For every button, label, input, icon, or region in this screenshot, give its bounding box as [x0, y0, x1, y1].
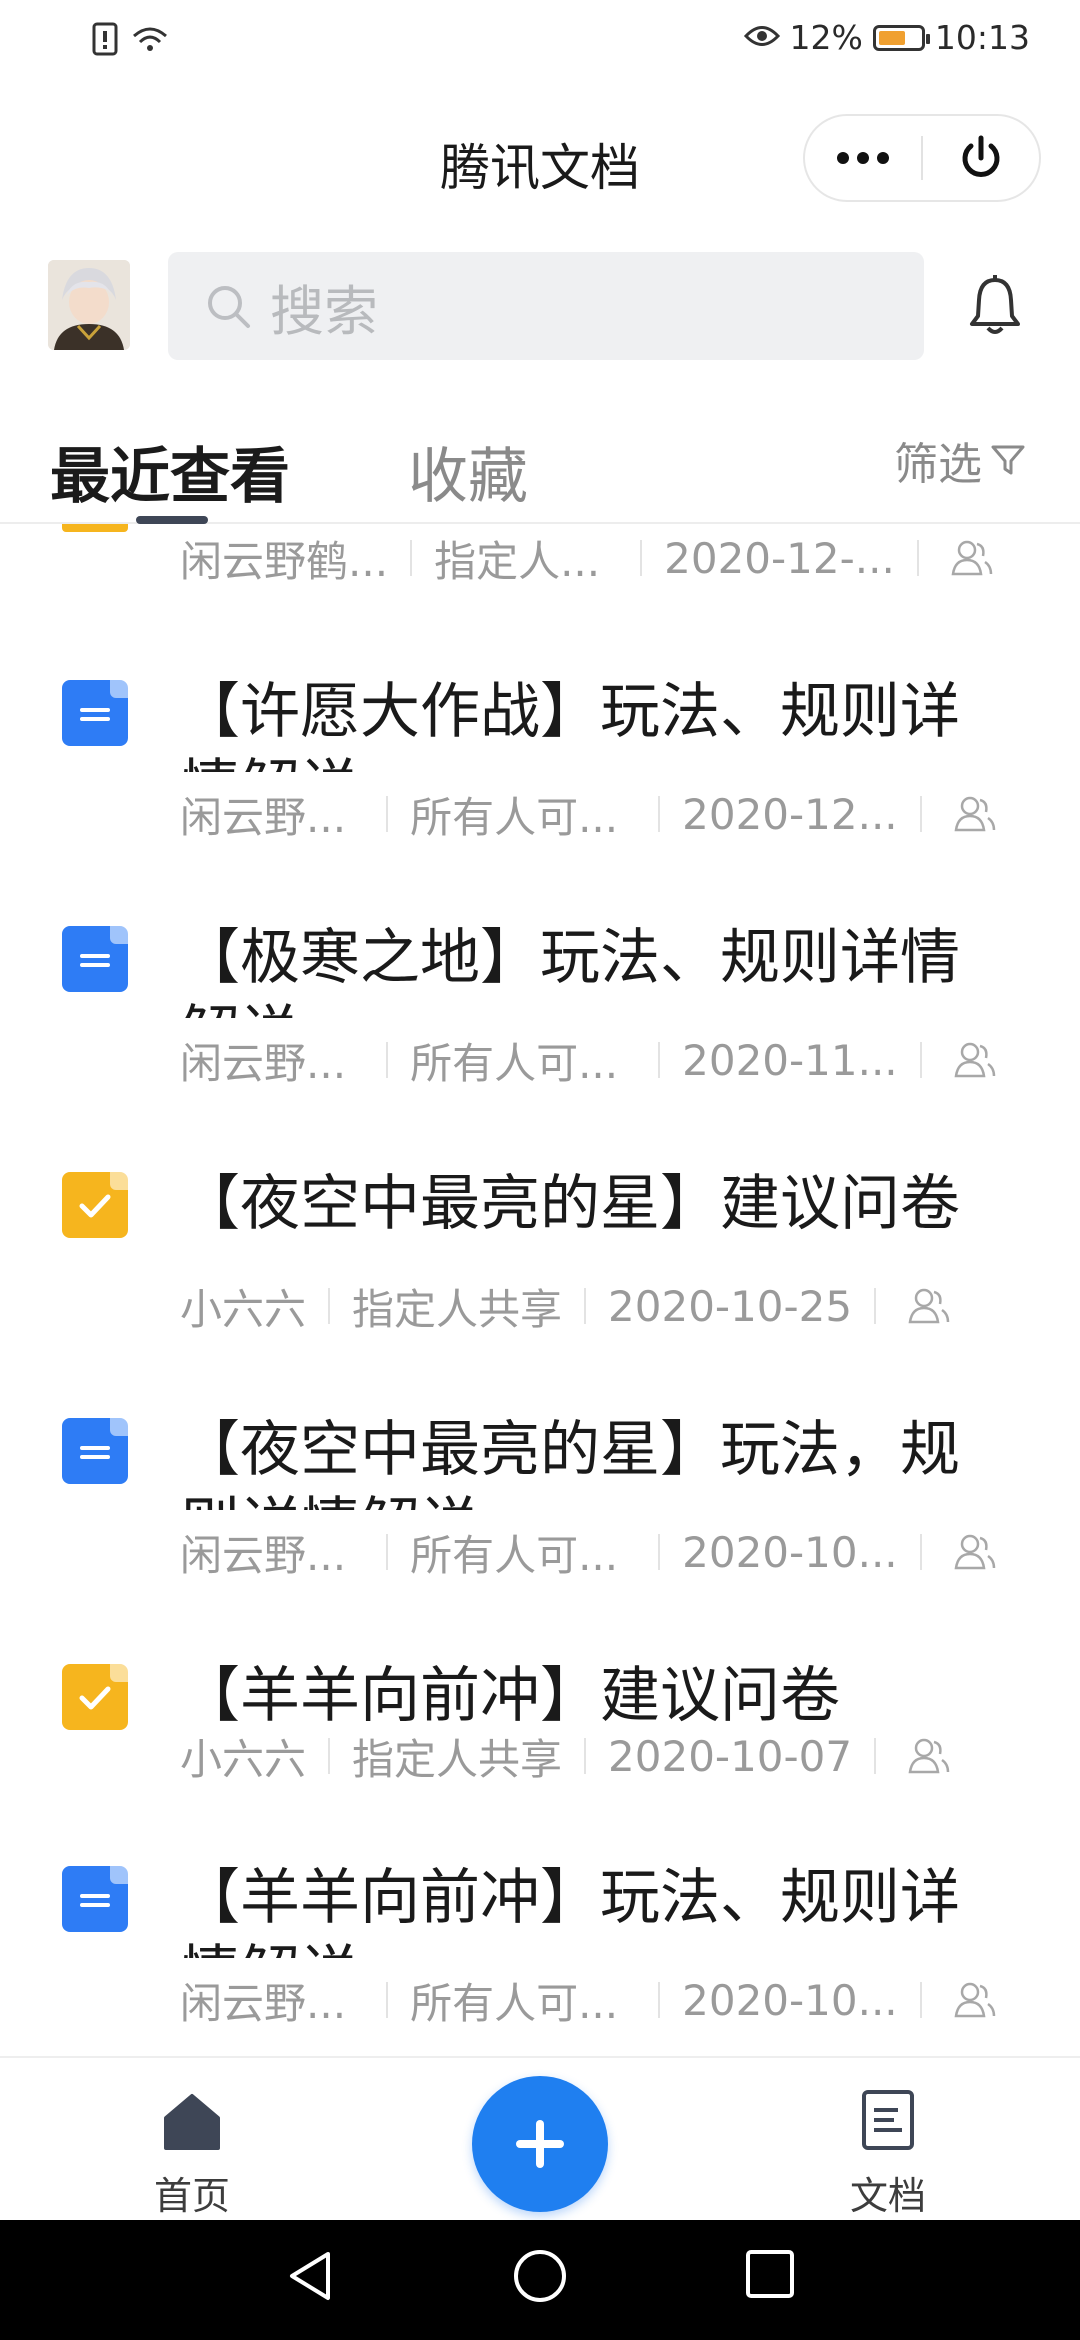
title-bar: 腾讯文档	[0, 100, 1080, 220]
doc-owner: 闲云野...	[180, 1530, 347, 1580]
sim-alert-icon	[92, 22, 118, 60]
doc-owner: 闲云野...	[180, 1038, 347, 1088]
power-icon	[962, 135, 1000, 177]
collaborators-icon	[954, 1982, 995, 2018]
doc-title: 【夜空中最亮的星】玩法，规则详情解说	[180, 1415, 960, 1510]
document-icon	[62, 1866, 128, 1932]
doc-meta: 闲云野鹤... 指定人... 2020-12-...	[180, 528, 993, 588]
doc-sharing: 所有人可...	[410, 1978, 619, 2028]
document-icon	[62, 926, 128, 992]
doc-meta: 闲云野... 所有人可... 2020-10...	[180, 1970, 996, 2030]
doc-sharing: 所有人可...	[410, 1038, 619, 1088]
close-program-button[interactable]	[923, 116, 1039, 200]
list-item[interactable]: 闲云野鹤... 指定人... 2020-12-...	[0, 524, 1080, 604]
doc-owner: 闲云野...	[180, 792, 347, 842]
collaborators-icon	[954, 1534, 995, 1570]
search-icon	[208, 286, 250, 328]
doc-meta: 闲云野... 所有人可... 2020-12...	[180, 784, 996, 844]
list-item[interactable]: 【夜空中最亮的星】玩法，规则详情解说 闲云野... 所有人可... 2020-1…	[0, 1382, 1080, 1602]
list-item[interactable]: 【夜空中最亮的星】建议问卷 小六六 指定人共享 2020-10-25	[0, 1136, 1080, 1356]
doc-meta: 闲云野... 所有人可... 2020-11...	[180, 1030, 996, 1090]
doc-sharing: 指定人...	[434, 536, 601, 586]
nav-home[interactable]: 首页	[112, 2088, 272, 2220]
doc-sharing: 所有人可...	[410, 1530, 619, 1580]
list-item[interactable]: 【极寒之地】玩法、规则详情解说 闲云野... 所有人可... 2020-11..…	[0, 890, 1080, 1110]
create-button[interactable]	[472, 2076, 608, 2212]
doc-date: 2020-10...	[682, 1527, 898, 1577]
doc-sharing: 指定人共享	[352, 1734, 563, 1784]
tab-favorites[interactable]: 收藏	[408, 428, 528, 515]
home-system-button[interactable]	[512, 2248, 568, 2308]
battery-icon	[872, 24, 930, 51]
recents-button[interactable]	[744, 2248, 796, 2304]
doc-title: 【许愿大作战】玩法、规则详情解说	[180, 677, 960, 772]
filter-button[interactable]: 筛选	[894, 428, 1026, 492]
wifi-icon	[130, 24, 170, 58]
document-icon	[62, 1418, 128, 1484]
doc-title: 【羊羊向前冲】建议问卷	[180, 1661, 840, 1731]
battery-percent: 12%	[789, 18, 863, 57]
nav-docs-label: 文档	[849, 2174, 926, 2218]
nav-home-label: 首页	[153, 2174, 230, 2218]
clock: 10:13	[934, 18, 1030, 57]
tab-recent[interactable]: 最近查看	[50, 428, 290, 515]
list-item[interactable]: 【羊羊向前冲】玩法、规则详情解说 闲云野... 所有人可... 2020-10.…	[0, 1830, 1080, 2050]
doc-owner: 闲云野鹤...	[180, 536, 389, 586]
collaborators-icon	[954, 796, 995, 832]
doc-meta: 小六六 指定人共享 2020-10-25	[180, 1276, 950, 1336]
home-icon	[164, 2094, 220, 2150]
doc-sharing: 指定人共享	[352, 1284, 563, 1334]
mini-program-capsule	[803, 114, 1041, 202]
nav-docs[interactable]: 文档	[808, 2088, 968, 2220]
doc-meta: 闲云野... 所有人可... 2020-10...	[180, 1522, 996, 1582]
eye-comfort-icon	[743, 18, 780, 57]
search-placeholder: 搜索	[270, 279, 378, 343]
doc-title: 【羊羊向前冲】玩法、规则详情解说	[180, 1863, 960, 1958]
recents-square-icon	[746, 2250, 794, 2298]
active-tab-indicator	[136, 516, 208, 524]
doc-date: 2020-11...	[682, 1035, 898, 1085]
doc-date: 2020-10...	[682, 1975, 898, 2025]
more-button[interactable]	[805, 116, 921, 200]
bell-icon	[970, 275, 1020, 334]
system-nav-bar	[0, 2220, 1080, 2340]
screen: 12% 10:13 腾讯文档 搜索 最近查看 收藏 筛选 闲云野鹤... 指定人…	[0, 0, 1080, 2340]
status-bar: 12% 10:13	[0, 0, 1080, 84]
notification-bell-button[interactable]	[968, 274, 1022, 340]
back-button[interactable]	[284, 2248, 334, 2308]
doc-meta: 小六六 指定人共享 2020-10-07	[180, 1726, 950, 1786]
doc-owner: 小六六	[180, 1284, 307, 1334]
doc-date: 2020-10-25	[608, 1281, 853, 1331]
doc-date: 2020-10-07	[608, 1731, 853, 1781]
doc-owner: 小六六	[180, 1734, 307, 1784]
collaborators-icon	[951, 540, 993, 576]
plus-icon	[516, 2120, 564, 2168]
collaborators-icon	[908, 1288, 950, 1324]
search-row: 搜索	[0, 250, 1080, 360]
form-icon	[62, 1664, 128, 1730]
bottom-nav: 首页 文档	[0, 2056, 1080, 2220]
funnel-icon	[991, 445, 1025, 475]
home-circle-icon	[514, 2250, 566, 2302]
doc-title: 【极寒之地】玩法、规则详情解说	[180, 923, 960, 1018]
doc-title: 【夜空中最亮的星】建议问卷	[180, 1169, 960, 1239]
doc-date: 2020-12...	[682, 789, 898, 839]
list-item[interactable]: 【许愿大作战】玩法、规则详情解说 闲云野... 所有人可... 2020-12.…	[0, 644, 1080, 864]
more-dots-icon	[837, 152, 889, 164]
back-triangle-icon	[290, 2252, 330, 2300]
tab-bar: 最近查看 收藏 筛选	[0, 410, 1080, 524]
collaborators-icon	[954, 1042, 995, 1078]
doc-sharing: 所有人可...	[410, 792, 619, 842]
document-list-icon	[862, 2090, 914, 2150]
collaborators-icon	[908, 1738, 950, 1774]
list-item[interactable]: 【羊羊向前冲】建议问卷 小六六 指定人共享 2020-10-07	[0, 1628, 1080, 1808]
filter-label: 筛选	[894, 439, 982, 490]
search-input[interactable]: 搜索	[168, 252, 924, 360]
document-list: 闲云野鹤... 指定人... 2020-12-... 【许愿大作战】玩法、规则详…	[0, 524, 1080, 2056]
avatar[interactable]	[48, 260, 130, 350]
doc-date: 2020-12-...	[664, 533, 895, 583]
doc-owner: 闲云野...	[180, 1978, 347, 2028]
document-icon	[62, 680, 128, 746]
form-icon	[62, 1172, 128, 1238]
